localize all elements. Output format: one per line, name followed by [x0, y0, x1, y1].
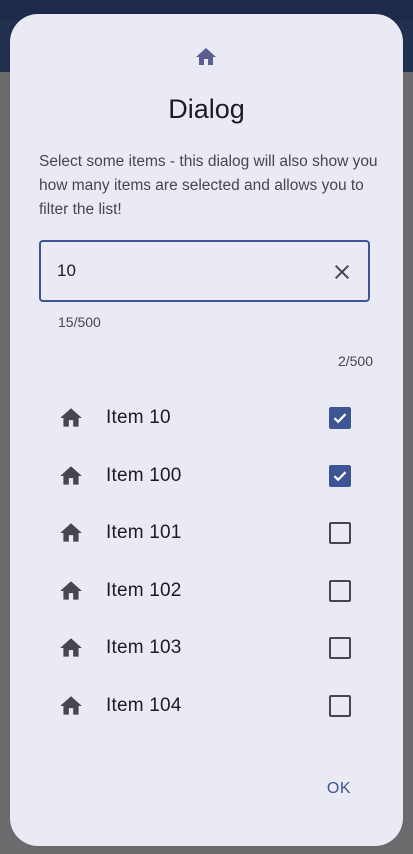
ok-button[interactable]: OK	[316, 773, 362, 805]
search-field[interactable]	[39, 240, 370, 302]
list-item[interactable]: Item 102	[10, 563, 403, 621]
dialog-description: Select some items - this dialog will als…	[39, 153, 378, 218]
item-checkbox[interactable]	[329, 579, 351, 602]
dialog: Dialog Select some items - this dialog w…	[10, 14, 403, 846]
home-icon	[58, 635, 84, 661]
character-counter: 15/500	[58, 314, 101, 330]
home-icon	[58, 405, 84, 431]
item-checkbox[interactable]	[329, 522, 351, 544]
home-icon	[194, 45, 218, 69]
dialog-title: Dialog	[168, 94, 245, 124]
home-icon	[58, 463, 84, 489]
search-input[interactable]	[57, 256, 317, 286]
item-checkbox[interactable]	[329, 694, 351, 717]
list-item[interactable]: Item 103	[10, 620, 403, 678]
list-item[interactable]: Item 10	[10, 390, 403, 448]
selected-counter: 2/500	[337, 353, 373, 369]
list-item[interactable]: Item 104	[10, 678, 403, 736]
home-icon	[58, 520, 84, 546]
item-label: Item 102	[106, 579, 182, 601]
item-label: Item 101	[106, 522, 182, 543]
item-list: Item 10 Item 100 Item 101 Item 102 Item …	[10, 390, 403, 735]
item-label: Item 104	[106, 694, 182, 716]
item-label: Item 10	[106, 407, 171, 428]
home-icon	[58, 578, 84, 604]
list-item[interactable]: Item 100	[10, 448, 403, 506]
item-checkbox[interactable]	[329, 407, 351, 429]
close-icon[interactable]	[330, 260, 354, 284]
list-item[interactable]: Item 101	[10, 505, 403, 563]
item-checkbox[interactable]	[329, 637, 351, 659]
item-checkbox[interactable]	[329, 464, 351, 487]
home-icon	[58, 693, 84, 719]
item-label: Item 103	[106, 637, 182, 658]
item-label: Item 100	[106, 464, 182, 486]
